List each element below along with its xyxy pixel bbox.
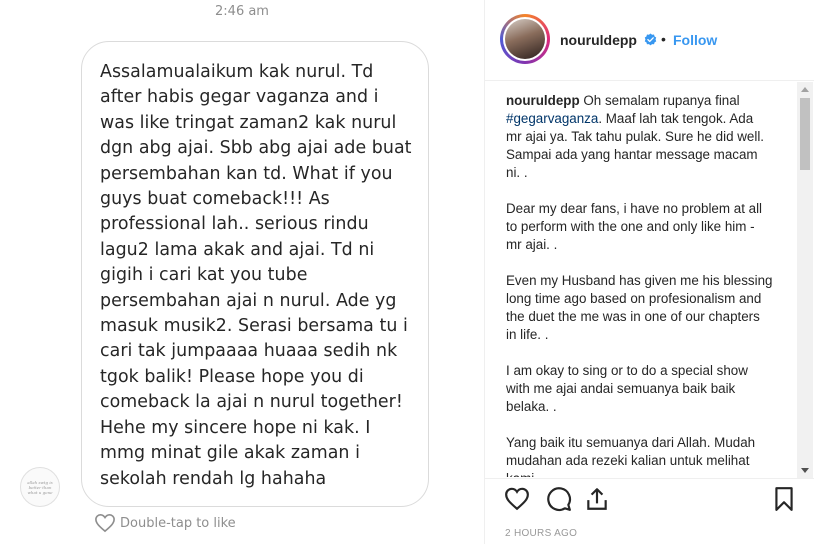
sender-avatar: allah swtg is better than what u gone — [20, 467, 60, 507]
message-bubble: Assalamualaikum kak nurul. Td after habi… — [81, 41, 429, 507]
share-icon[interactable] — [584, 486, 610, 512]
profile-avatar[interactable] — [500, 14, 550, 64]
post-side-panel: nouruldepp • Follow nouruldepp Oh semala… — [484, 0, 814, 544]
message-line: mmg minat gile akak zaman i — [100, 443, 360, 464]
caption: nouruldepp Oh semalam rupanya final #geg… — [506, 92, 786, 477]
caption-paragraph-4: I am okay to sing or to do a special sho… — [506, 363, 748, 414]
caption-username[interactable]: nouruldepp — [506, 93, 580, 108]
double-tap-like[interactable]: Double-tap to like — [94, 513, 236, 533]
double-tap-label: Double-tap to like — [120, 515, 236, 531]
message-line: Assalamualaikum kak nurul. Td — [100, 62, 374, 82]
scrollbar-thumb[interactable] — [800, 98, 810, 170]
message-line: was like tringat zaman2 kak nurul — [100, 112, 397, 133]
bookmark-icon[interactable] — [771, 486, 797, 512]
caption-paragraph-2: Dear my dear fans, i have no problem at … — [506, 201, 763, 252]
message-line: after habis gegar vaganza and i — [100, 87, 379, 108]
caption-paragraph-3: Even my Husband has given me his blessin… — [506, 273, 773, 342]
caption-paragraph-1: nouruldepp Oh semalam rupanya final #geg… — [506, 92, 786, 182]
heart-icon[interactable] — [504, 486, 530, 512]
sender-avatar-text: allah swtg is better than what u gone — [27, 479, 53, 495]
message-line: dgn abg ajai. Sbb abg ajai ade buat — [100, 138, 412, 159]
post-time-ago[interactable]: 2 HOURS AGO — [505, 528, 577, 539]
heart-outline-icon — [95, 513, 115, 533]
message-text: Assalamualaikum kak nurul. Td after habi… — [100, 60, 414, 492]
message-line: lagu2 lama akak and ajai. Td ni — [100, 239, 375, 260]
hashtag-link[interactable]: #gegarvaganza — [506, 111, 598, 126]
message-line: comeback la ajai n nurul together! — [100, 392, 403, 413]
follow-button[interactable]: Follow — [673, 32, 717, 48]
message-line: persembahan ajai n nurul. Ade yg — [100, 290, 397, 311]
scroll-up-arrow-icon[interactable] — [801, 87, 809, 92]
post-actions: 2 HOURS AGO — [485, 478, 814, 545]
message-timestamp: 2:46 am — [215, 4, 269, 19]
message-line: gigih i cari kat you tube — [100, 265, 308, 286]
post-photo[interactable]: 2:46 am allah swtg is better than what u… — [0, 0, 484, 544]
message-line: Hehe my sincere hope ni kak. I — [100, 417, 371, 438]
scroll-down-arrow-icon[interactable] — [801, 468, 809, 473]
profile-picture — [505, 19, 545, 59]
caption-paragraph-5: Yang baik itu semuanya dari Allah. Mudah… — [506, 435, 756, 477]
verified-badge-icon — [644, 33, 657, 46]
message-line: tgok balik! Please hope you di — [100, 366, 364, 387]
header-username[interactable]: nouruldepp — [560, 32, 637, 48]
message-line: persembahan kan td. What if you — [100, 163, 393, 184]
message-line: sekolah rendah lg hahaha — [100, 468, 327, 489]
comment-icon[interactable] — [546, 486, 572, 512]
post-header: nouruldepp • Follow — [485, 0, 814, 81]
comments-scrollbar[interactable] — [797, 82, 813, 478]
message-line: masuk musik2. Serasi bersama tu i — [100, 316, 408, 337]
message-line: professional lah.. serious rindu — [100, 214, 369, 235]
caption-text-start: Oh semalam rupanya final — [579, 93, 740, 108]
message-line: cari tak jumpaaaa huaaa sedih nk — [100, 341, 398, 362]
comments-scroll-area[interactable]: nouruldepp Oh semalam rupanya final #geg… — [485, 81, 805, 477]
message-line: guys buat comeback!!! As — [100, 189, 330, 210]
header-separator: • — [661, 31, 666, 47]
